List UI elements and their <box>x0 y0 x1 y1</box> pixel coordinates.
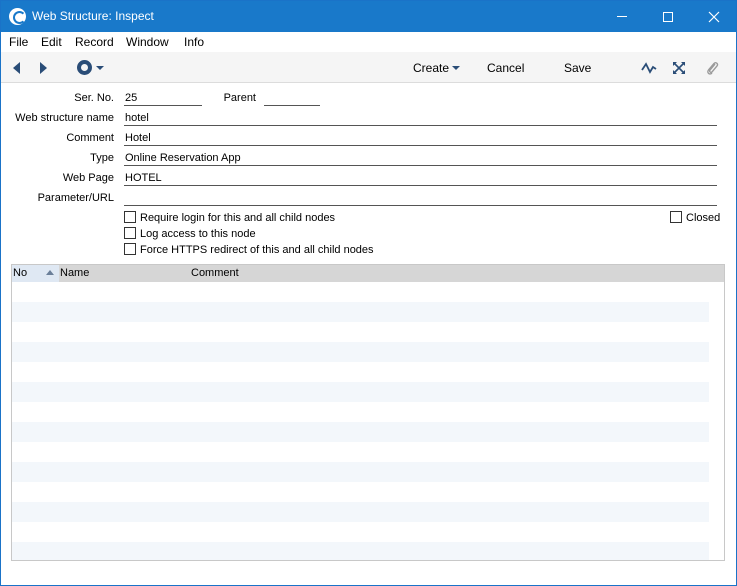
title-bar[interactable]: Web Structure: Inspect <box>1 1 736 32</box>
minimize-icon <box>617 16 627 17</box>
web-page-label: Web Page <box>62 172 114 184</box>
table-row[interactable] <box>12 282 709 302</box>
grid-header: No Name Comment <box>12 265 724 282</box>
parent-field[interactable] <box>264 91 320 106</box>
require-login-label: Require login for this and all child nod… <box>140 212 336 224</box>
header-form: Ser. No. 25 Parent Web structure name ho… <box>1 84 736 264</box>
web-structure-name-label: Web structure name <box>15 112 114 124</box>
closed-label: Closed <box>686 212 721 224</box>
table-row[interactable] <box>12 302 709 322</box>
table-row[interactable] <box>12 522 709 542</box>
activity-icon[interactable] <box>641 61 657 75</box>
close-button[interactable] <box>691 1 737 32</box>
maximize-icon <box>663 11 673 22</box>
menu-record[interactable]: Record <box>75 35 114 49</box>
menu-edit[interactable]: Edit <box>41 35 62 49</box>
paperclip-icon[interactable] <box>705 60 719 76</box>
sort-ascending-icon <box>46 270 54 275</box>
menu-window[interactable]: Window <box>126 35 169 49</box>
force-https-checkbox[interactable] <box>124 243 136 255</box>
minimize-button[interactable] <box>599 1 645 32</box>
type-label: Type <box>90 152 114 164</box>
comment-label: Comment <box>66 132 114 144</box>
back-arrow-icon[interactable] <box>13 62 20 74</box>
save-button[interactable]: Save <box>564 61 591 75</box>
create-dropdown-icon[interactable] <box>452 66 460 70</box>
table-row[interactable] <box>12 362 709 382</box>
column-header-no[interactable]: No <box>13 267 27 279</box>
toolbar: Create Cancel Save <box>1 52 736 83</box>
menu-info[interactable]: Info <box>184 35 204 49</box>
table-row[interactable] <box>12 422 709 442</box>
forward-arrow-icon[interactable] <box>40 62 47 74</box>
comment-field[interactable]: Hotel <box>124 131 717 146</box>
close-icon <box>708 11 720 22</box>
log-access-label: Log access to this node <box>140 228 256 240</box>
parameter-url-field[interactable] <box>124 191 717 206</box>
nodes-grid[interactable]: No Name Comment <box>11 264 725 561</box>
type-field[interactable]: Online Reservation App <box>124 151 717 166</box>
table-row[interactable] <box>12 342 709 362</box>
gear-icon[interactable] <box>77 60 92 75</box>
menu-bar: File Edit Record Window Info <box>1 32 736 52</box>
table-row[interactable] <box>12 502 709 522</box>
table-row[interactable] <box>12 482 709 502</box>
require-login-checkbox[interactable] <box>124 211 136 223</box>
web-structure-name-field[interactable]: hotel <box>124 111 717 126</box>
table-row[interactable] <box>12 462 709 482</box>
table-row[interactable] <box>12 402 709 422</box>
maximize-button[interactable] <box>645 1 691 32</box>
column-header-comment[interactable]: Comment <box>191 267 239 279</box>
gear-dropdown-icon[interactable] <box>96 66 104 70</box>
table-row[interactable] <box>12 382 709 402</box>
table-row[interactable] <box>12 542 709 560</box>
parameter-url-label: Parameter/URL <box>37 192 114 204</box>
app-window: Web Structure: Inspect File Edit Record … <box>0 0 737 586</box>
parent-label: Parent <box>223 92 256 104</box>
log-access-checkbox[interactable] <box>124 227 136 239</box>
create-button[interactable]: Create <box>413 61 449 75</box>
cancel-button[interactable]: Cancel <box>487 61 524 75</box>
menu-file[interactable]: File <box>9 35 28 49</box>
closed-checkbox[interactable] <box>670 211 682 223</box>
table-row[interactable] <box>12 442 709 462</box>
force-https-label: Force HTTPS redirect of this and all chi… <box>140 244 374 256</box>
column-header-name[interactable]: Name <box>60 267 89 279</box>
expand-icon[interactable] <box>672 61 686 75</box>
web-page-field[interactable]: HOTEL <box>124 171 717 186</box>
table-row[interactable] <box>12 322 709 342</box>
window-title: Web Structure: Inspect <box>32 9 154 23</box>
ser-no-label: Ser. No. <box>74 92 114 104</box>
ser-no-field[interactable]: 25 <box>124 91 202 106</box>
app-logo-icon <box>9 8 26 25</box>
